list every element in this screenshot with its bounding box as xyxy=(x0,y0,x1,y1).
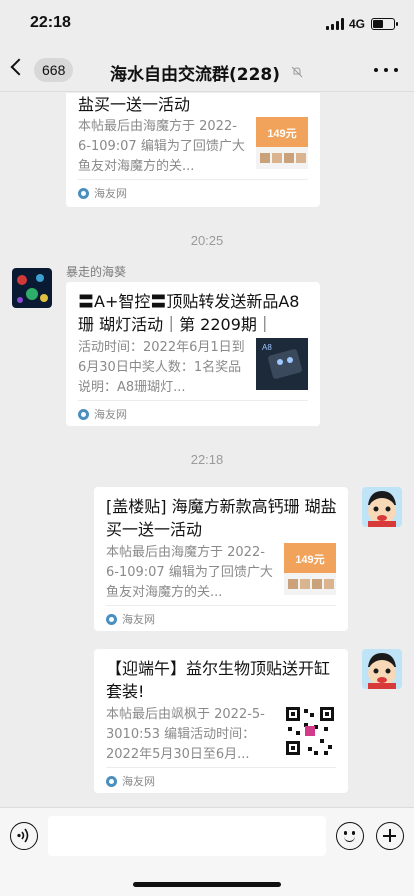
status-bar: 22:18 4G xyxy=(0,0,414,48)
card-footer: 海友网 xyxy=(106,605,336,631)
card-description: 本帖最后由海魔方于 2022-6-109:07 编辑为了回馈广大鱼友对海魔方的关… xyxy=(78,119,245,174)
source-logo-icon xyxy=(106,614,117,625)
emoji-icon-mouth xyxy=(344,836,355,842)
more-functions-button[interactable] xyxy=(376,822,404,850)
signal-icon xyxy=(326,18,344,30)
mute-bell-icon xyxy=(291,66,303,78)
network-type: 4G xyxy=(349,17,366,31)
card-footer: 海友网 xyxy=(78,179,308,205)
coral-lamp-image: A8 xyxy=(256,338,308,390)
battery-level xyxy=(373,20,384,28)
thumb-label: A8 xyxy=(262,343,272,352)
chat-title: 海水自由交流群(228) xyxy=(110,65,281,85)
card-source: 海友网 xyxy=(122,613,155,626)
cartoon-avatar-image xyxy=(362,649,402,689)
emoji-button[interactable] xyxy=(336,822,364,850)
back-button[interactable]: 668 xyxy=(10,56,76,84)
card-title: 盐买一送一活动 xyxy=(78,95,191,114)
card-title: [盖楼贴] 海魔方新款高钙珊 瑚盐买一送一活动 xyxy=(106,497,337,539)
nav-bar: 668 海水自由交流群(228) xyxy=(0,48,414,92)
aquarium-avatar-image xyxy=(12,268,52,308)
emoji-icon-eye xyxy=(352,831,355,835)
timestamp: 20:25 xyxy=(190,233,224,248)
card-thumbnail: 149元 xyxy=(284,543,336,595)
card-thumbnail xyxy=(284,705,336,757)
self-avatar[interactable] xyxy=(362,649,402,689)
thumb-price: 149元 xyxy=(295,553,324,566)
qr-code-image xyxy=(284,705,336,757)
link-card-message[interactable]: 盐买一送一活动 本帖最后由海魔方于 2022-6-109:07 编辑为了回馈广大… xyxy=(66,93,320,207)
card-source: 海友网 xyxy=(94,408,127,421)
link-card-message[interactable]: 〓A+智控〓顶贴转发送新品A8珊 瑚灯活动｜第 2209期｜ 活动时间：2022… xyxy=(66,282,320,426)
more-options-button[interactable] xyxy=(374,68,398,76)
message-input[interactable] xyxy=(48,816,326,856)
card-description: 本帖最后由海魔方于 2022-6-109:07 编辑为了回馈广大鱼友对海魔方的关… xyxy=(106,545,273,600)
thumb-price: 149元 xyxy=(267,127,296,140)
product-promo-image: 149元 xyxy=(256,117,308,169)
source-logo-icon xyxy=(78,409,89,420)
battery-icon xyxy=(371,18,398,30)
card-thumbnail: A8 xyxy=(256,338,308,390)
self-avatar[interactable] xyxy=(362,487,402,527)
link-card-message[interactable]: [盖楼贴] 海魔方新款高钙珊 瑚盐买一送一活动 本帖最后由海魔方于 2022-6… xyxy=(94,487,348,631)
status-time: 22:18 xyxy=(30,14,71,31)
chevron-left-icon xyxy=(10,58,28,76)
voice-wave-icon xyxy=(17,828,29,843)
avatar[interactable] xyxy=(12,268,52,308)
timestamp: 22:18 xyxy=(190,452,224,467)
unread-count-badge: 668 xyxy=(34,58,74,82)
card-description: 本帖最后由飒枫于 2022-5-3010:53 编辑活动时间：2022年5月30… xyxy=(106,707,265,762)
source-logo-icon xyxy=(78,188,89,199)
card-source: 海友网 xyxy=(122,775,155,788)
card-source: 海友网 xyxy=(94,187,127,200)
sender-name: 暴走的海葵 xyxy=(66,265,127,279)
emoji-icon xyxy=(344,831,347,835)
card-footer: 海友网 xyxy=(106,767,336,793)
product-promo-image: 149元 xyxy=(284,543,336,595)
message-list[interactable]: 盐买一送一活动 本帖最后由海魔方于 2022-6-109:07 编辑为了回馈广大… xyxy=(0,93,414,807)
card-title: 〓A+智控〓顶贴转发送新品A8珊 瑚灯活动｜第 2209期｜ xyxy=(78,292,300,334)
card-footer: 海友网 xyxy=(78,400,308,426)
link-card-message[interactable]: 【迎端午】益尔生物顶贴送开缸套装! 本帖最后由飒枫于 2022-5-3010:5… xyxy=(94,649,348,793)
card-description: 活动时间：2022年6月1日到6月30日中奖人数：1名奖品说明：A8珊瑚灯... xyxy=(78,340,245,395)
home-indicator xyxy=(133,882,281,887)
source-logo-icon xyxy=(106,776,117,787)
card-title: 【迎端午】益尔生物顶贴送开缸套装! xyxy=(106,659,331,701)
voice-input-button[interactable] xyxy=(10,822,38,850)
card-thumbnail: 149元 xyxy=(256,117,308,169)
cartoon-avatar-image xyxy=(362,487,402,527)
